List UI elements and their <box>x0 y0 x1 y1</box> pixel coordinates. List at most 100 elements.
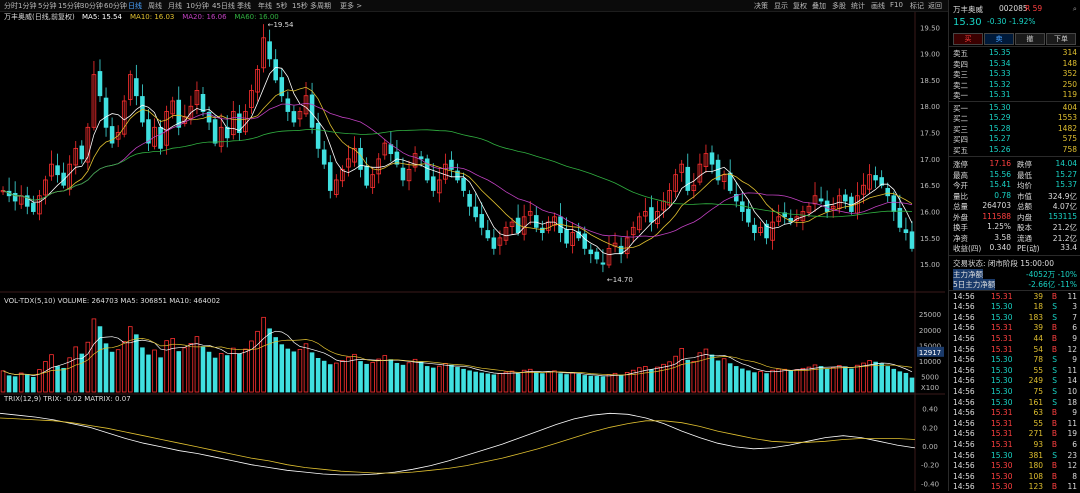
toolbar-action[interactable]: 决策 <box>754 1 768 11</box>
tick-volume: 39 <box>1033 323 1043 333</box>
volume-bar <box>909 377 915 393</box>
tick-count: 10 <box>1067 386 1077 396</box>
trix-axis-label: -0.40 <box>921 480 939 488</box>
search-icon[interactable]: ⌕ <box>1073 4 1077 14</box>
toolbar-action[interactable]: F10 <box>890 1 903 9</box>
period-tab[interactable]: 周线 <box>148 1 162 11</box>
period-tab[interactable]: 45日线 <box>212 1 235 11</box>
stat-value: 1.25% <box>987 222 1011 231</box>
volume-bar <box>873 361 878 393</box>
trade-button[interactable]: 撤 <box>1015 33 1045 45</box>
period-tab[interactable]: 10分钟 <box>186 1 209 11</box>
tick-volume: 249 <box>1028 376 1043 386</box>
candle-body <box>388 144 394 155</box>
ask-price: 15.35 <box>989 48 1011 57</box>
volume-bar <box>727 363 733 393</box>
stat-value: 4.07亿 <box>1052 202 1077 211</box>
tick-time: 14:56 <box>953 418 975 428</box>
toolbar-action[interactable]: 画线 <box>871 1 885 11</box>
bid-row: 买二 15.29 1553 <box>953 113 1077 123</box>
period-tab[interactable]: 月线 <box>168 1 182 11</box>
candle-body <box>649 207 654 223</box>
tick-row: 14:56 15.30 75 S 10 <box>953 387 1077 397</box>
volume-bar <box>449 364 454 393</box>
ma-legend-label: MA60: 16.00 <box>234 13 278 21</box>
period-tab[interactable]: 多周期 <box>310 1 331 11</box>
volume-bar <box>485 373 491 393</box>
tick-row: 14:56 15.31 54 B 12 <box>953 345 1077 355</box>
toolbar-action[interactable]: 统计 <box>851 1 865 11</box>
period-tab[interactable]: 5分钟 <box>38 1 56 11</box>
tick-volume: 108 <box>1028 471 1043 481</box>
trade-button[interactable]: 下单 <box>1046 33 1076 45</box>
candle-body <box>424 158 430 181</box>
volume-bar <box>903 372 909 393</box>
volume-bar <box>521 369 527 393</box>
period-tab[interactable]: 15秒 <box>292 1 308 11</box>
tick-volume: 18 <box>1033 302 1043 312</box>
stat-value: 14.04 <box>1055 159 1077 168</box>
volume-bar <box>24 374 30 393</box>
period-tab[interactable]: 年线 <box>258 1 272 11</box>
chart-canvas: 19.50 19.00 18.50 18.00 17.50 17.00 16.50 16.00… <box>0 12 945 491</box>
tick-side: B <box>1051 429 1057 439</box>
volume-bar <box>424 366 430 393</box>
tick-count: 23 <box>1067 450 1077 460</box>
tick-side: B <box>1051 418 1057 428</box>
volume-bar <box>61 367 66 393</box>
candle-body <box>467 194 472 207</box>
tick-volume: 78 <box>1033 355 1043 365</box>
period-tab[interactable]: 15分钟 <box>58 1 81 11</box>
candle-body <box>873 175 878 181</box>
tick-price: 15.31 <box>991 344 1013 354</box>
volume-bar <box>679 348 684 393</box>
period-tab[interactable]: 更多 > <box>340 1 362 11</box>
volume-bar <box>194 336 200 393</box>
stock-code: 002085 <box>999 4 1028 13</box>
volume-bar <box>97 326 103 393</box>
stat-label: 外盘 <box>953 212 968 222</box>
bid-label: 买五 <box>953 145 968 155</box>
period-tab[interactable]: 季线 <box>237 1 251 11</box>
tick-volume: 381 <box>1028 450 1043 460</box>
period-tab[interactable]: 5秒 <box>276 1 287 11</box>
tick-time: 14:56 <box>953 408 975 418</box>
ask-label: 卖四 <box>953 59 968 69</box>
toolbar-action[interactable]: 多股 <box>832 1 846 11</box>
toolbar-action[interactable]: 返回 <box>928 1 942 11</box>
volume-bar <box>85 341 91 393</box>
period-tab[interactable]: 30分钟 <box>80 1 103 11</box>
volume-bar <box>309 352 315 393</box>
tick-time: 14:56 <box>953 376 975 386</box>
trade-button[interactable]: 卖 <box>984 33 1014 45</box>
volume-bar <box>740 368 745 393</box>
period-tab[interactable]: 分时 <box>4 1 18 11</box>
tick-volume: 55 <box>1033 365 1043 375</box>
toolbar-action[interactable]: 叠加 <box>812 1 826 11</box>
volume-bar <box>709 354 715 393</box>
ask-row: 卖二 15.32 250 <box>953 80 1077 90</box>
stat-value: 0.340 <box>989 243 1011 252</box>
volume-bar <box>231 347 236 393</box>
toolbar-action[interactable]: 复权 <box>793 1 807 11</box>
toolbar-action[interactable]: 显示 <box>774 1 788 11</box>
volume-bar <box>558 373 563 393</box>
period-tab[interactable]: 1分钟 <box>18 1 36 11</box>
bid-label: 买二 <box>953 114 968 123</box>
period-tab[interactable]: 60分钟 <box>104 1 127 11</box>
volume-bar <box>394 362 400 393</box>
capital-flow-row: 5日主力净额 -2.66亿 -11% <box>953 279 1077 290</box>
toolbar-action[interactable]: 标记 <box>910 1 924 11</box>
volume-axis-label: 20000 <box>919 327 941 335</box>
volume-bar <box>576 373 581 393</box>
volume-bar <box>255 330 260 393</box>
period-tab[interactable]: 日线 <box>128 1 142 11</box>
stat-label: 今开 <box>953 181 968 190</box>
trade-button[interactable]: 买 <box>953 33 983 45</box>
tick-volume: 54 <box>1033 344 1043 354</box>
volume-bar <box>570 372 575 393</box>
candle-body <box>315 122 321 149</box>
capital-flow-label: 5日主力净额 <box>953 279 996 290</box>
ask-volume: 119 <box>1062 90 1077 99</box>
tick-count: 8 <box>1072 471 1077 481</box>
